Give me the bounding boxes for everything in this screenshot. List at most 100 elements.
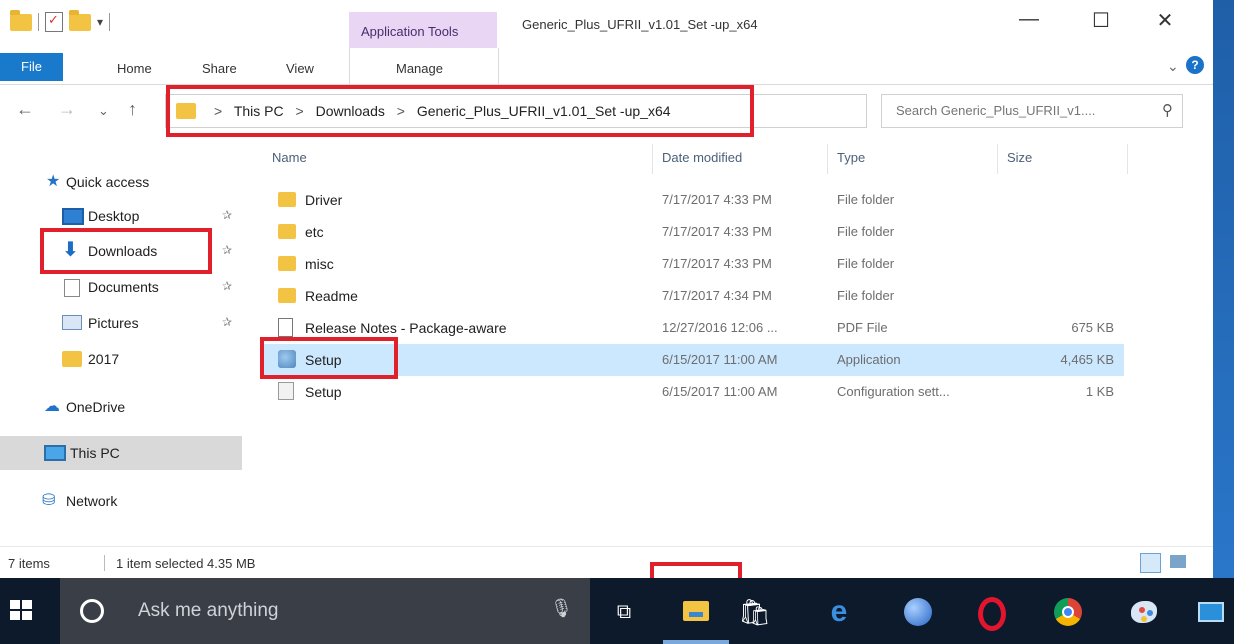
close-button[interactable]: ✕ <box>1142 8 1188 33</box>
column-header-size[interactable]: Size <box>1007 150 1032 165</box>
highlight-box-downloads <box>40 228 212 274</box>
file-row-setup-config[interactable]: Setup 6/15/2017 11:00 AM Configuration s… <box>262 376 1124 408</box>
search-box[interactable]: ⚲ <box>881 94 1183 128</box>
pin-icon[interactable]: ✰ <box>222 243 232 257</box>
edge-icon[interactable]: e <box>823 596 855 628</box>
documents-icon <box>64 279 80 297</box>
maximize-button[interactable]: ☐ <box>1078 8 1124 33</box>
application-tools-label: Application Tools <box>361 24 459 39</box>
up-arrow-icon[interactable]: ↑ <box>128 99 137 120</box>
pin-icon[interactable]: ✰ <box>222 208 232 222</box>
file-explorer-icon[interactable] <box>680 596 712 628</box>
nav-item-pictures[interactable]: Pictures ✰ <box>0 306 242 340</box>
cloud-icon: ☁ <box>44 398 60 415</box>
forward-arrow-icon[interactable]: → <box>58 99 76 120</box>
file-type: PDF File <box>837 320 888 335</box>
recent-locations-chevron-icon[interactable]: ⌄ <box>98 103 109 119</box>
large-icons-view-icon[interactable] <box>1170 555 1186 568</box>
nav-item-label: 2017 <box>88 351 120 367</box>
app-icon[interactable] <box>1196 596 1228 628</box>
desktop-icon <box>62 208 84 225</box>
customize-toolbar-chevron-icon[interactable]: ▾ <box>97 15 103 29</box>
nav-item-label: Documents <box>88 279 159 295</box>
window-title: Generic_Plus_UFRII_v1.01_Set -up_x64 <box>522 17 758 32</box>
folder-icon <box>278 256 296 271</box>
file-date: 6/15/2017 11:00 AM <box>662 352 778 367</box>
nav-item-documents[interactable]: Documents ✰ <box>0 270 242 304</box>
file-row-etc[interactable]: etc 7/17/2017 4:33 PM File folder <box>262 216 1124 248</box>
file-size: 1 KB <box>1085 384 1114 399</box>
column-header-name[interactable]: Name <box>272 150 307 165</box>
back-arrow-icon[interactable]: ← <box>16 99 34 120</box>
tab-manage[interactable]: Manage <box>349 48 499 84</box>
opera-icon[interactable] <box>975 596 1007 631</box>
windows-start-icon[interactable] <box>10 600 38 624</box>
globe-browser-icon[interactable] <box>902 596 934 628</box>
search-icon[interactable]: ⚲ <box>1162 101 1173 119</box>
file-date: 7/17/2017 4:34 PM <box>662 288 772 303</box>
task-view-icon[interactable]: ⧉ <box>608 596 640 628</box>
folder-icon <box>62 351 82 367</box>
new-folder-icon[interactable] <box>69 9 91 31</box>
toolbar-separator <box>109 13 111 31</box>
file-row-readme[interactable]: Readme 7/17/2017 4:34 PM File folder <box>262 280 1124 312</box>
pdf-icon <box>278 318 293 337</box>
tab-file[interactable]: File <box>0 53 63 81</box>
nav-network[interactable]: ⛁ Network <box>0 484 242 518</box>
paint-icon[interactable] <box>1128 596 1160 628</box>
file-date: 6/15/2017 11:00 AM <box>662 384 778 399</box>
nav-item-2017[interactable]: 2017 <box>0 342 242 376</box>
file-date: 12/27/2016 12:06 ... <box>662 320 778 335</box>
column-divider[interactable] <box>997 144 998 174</box>
column-header-date-modified[interactable]: Date modified <box>662 150 742 165</box>
column-header-type[interactable]: Type <box>837 150 865 165</box>
desktop-background <box>1213 0 1234 578</box>
search-input[interactable] <box>894 102 1153 119</box>
microphone-icon[interactable]: 🎙 <box>550 598 573 619</box>
nav-this-pc-label: This PC <box>70 445 120 461</box>
taskbar: Ask me anything 🎙 ⧉ 🛍 e <box>0 578 1234 644</box>
properties-icon[interactable] <box>45 12 63 32</box>
file-type: Application <box>837 352 901 367</box>
tab-manage-label: Manage <box>396 61 443 76</box>
file-name: etc <box>305 224 324 240</box>
nav-network-label: Network <box>66 493 118 509</box>
column-divider[interactable] <box>1127 144 1128 174</box>
nav-item-label: Desktop <box>88 208 140 224</box>
file-list: Name Date modified Type Size Driver 7/17… <box>262 140 1132 440</box>
file-size: 675 KB <box>1071 320 1114 335</box>
column-divider[interactable] <box>827 144 828 174</box>
pictures-icon <box>62 315 82 330</box>
store-icon[interactable]: 🛍 <box>738 596 771 628</box>
details-view-icon[interactable] <box>1140 553 1161 573</box>
tab-view[interactable]: View <box>286 61 314 76</box>
nav-onedrive[interactable]: ☁ OneDrive <box>0 390 242 424</box>
tab-home[interactable]: Home <box>117 61 152 76</box>
selection-info: 1 item selected 4.35 MB <box>116 556 256 571</box>
status-separator <box>104 555 105 571</box>
nav-item-label: Pictures <box>88 315 139 331</box>
file-row-misc[interactable]: misc 7/17/2017 4:33 PM File folder <box>262 248 1124 280</box>
file-type: File folder <box>837 256 895 271</box>
active-app-indicator <box>663 640 729 644</box>
pin-icon[interactable]: ✰ <box>222 279 232 293</box>
nav-this-pc[interactable]: This PC <box>0 436 242 470</box>
help-icon[interactable]: ? <box>1186 56 1204 74</box>
tab-share[interactable]: Share <box>202 61 237 76</box>
file-row-driver[interactable]: Driver 7/17/2017 4:33 PM File folder <box>262 184 1124 216</box>
nav-quick-access-label: Quick access <box>66 174 150 190</box>
file-type: File folder <box>837 224 895 239</box>
file-name: Readme <box>305 288 358 304</box>
column-divider[interactable] <box>652 144 653 174</box>
minimize-button[interactable]: — <box>1006 8 1052 31</box>
quick-access-toolbar: ▾ <box>10 9 111 32</box>
file-name: Setup <box>305 384 342 400</box>
chrome-icon[interactable] <box>1052 596 1084 628</box>
folder-icon[interactable] <box>10 9 32 31</box>
pin-icon[interactable]: ✰ <box>222 315 232 329</box>
cortana-search-box[interactable]: Ask me anything 🎙 <box>60 578 590 644</box>
title-bar: ▾ Application Tools Generic_Plus_UFRII_v… <box>0 0 1213 48</box>
expand-ribbon-chevron-icon[interactable]: ⌄ <box>1167 58 1179 75</box>
nav-onedrive-label: OneDrive <box>66 399 126 415</box>
nav-quick-access[interactable]: ★ Quick access <box>0 165 242 199</box>
